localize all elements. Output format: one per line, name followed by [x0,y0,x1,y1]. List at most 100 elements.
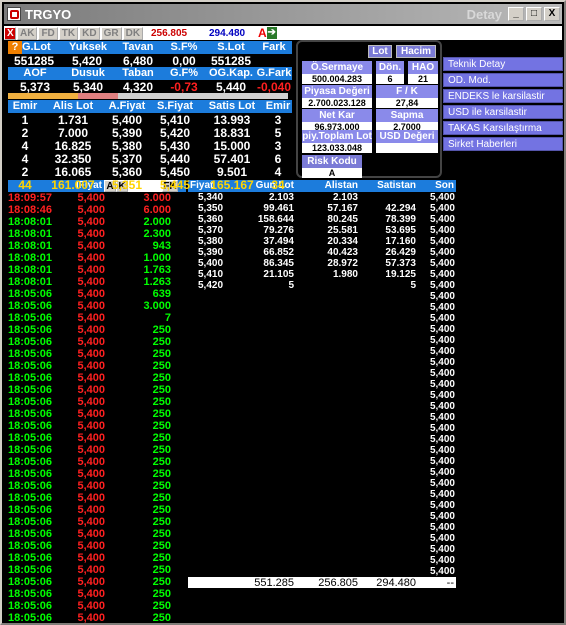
trade-row[interactable]: 18:05:06 5,400 250 [8,432,186,444]
trades-list[interactable]: 18:09:57 5,400 3.000 18:08:46 5,400 6.000 18:0… [8,192,186,623]
son-value: 5,400 [429,423,455,434]
son-value: 5,400 [429,258,455,269]
trade-time: 18:05:06 [8,432,53,444]
trade-row[interactable]: 18:05:06 5,400 250 [8,324,186,336]
trade-row[interactable]: 18:05:06 5,400 250 [8,516,186,528]
a-toggle[interactable]: A [258,26,267,40]
trade-row[interactable]: 18:05:06 5,400 250 [8,372,186,384]
app-icon[interactable] [7,7,21,21]
trade-row[interactable]: 18:05:06 5,400 250 [8,480,186,492]
levels-header-satistan[interactable]: Satistan [358,180,416,192]
value-usd-degeri [376,143,438,153]
menu-endeks-karsilastir[interactable]: ENDEKS le karsilastir [443,89,563,103]
close-button[interactable]: X [544,7,560,21]
trade-row[interactable]: 18:08:01 5,400 943 [8,240,186,252]
minimize-button[interactable]: _ [508,7,524,21]
level-alistan: 2.103 [332,192,358,203]
trade-row[interactable]: 18:05:06 5,400 250 [8,456,186,468]
trade-row[interactable]: 18:05:06 5,400 250 [8,348,186,360]
depth-row[interactable]: 1 1.731 5,400 5,410 13.993 3 [8,113,292,126]
trade-row[interactable]: 18:05:06 5,400 250 [8,360,186,372]
sell-volume-value: 294.480 [208,27,246,39]
trade-row[interactable]: 18:08:01 5,400 2.300 [8,228,186,240]
trade-row[interactable]: 18:05:06 5,400 250 [8,468,186,480]
trade-price: 5,400 [77,216,105,228]
lot-tab[interactable]: Lot [368,45,392,58]
trade-row[interactable]: 18:05:06 5,400 250 [8,444,186,456]
trade-row[interactable]: 18:05:06 5,400 250 [8,408,186,420]
trade-row[interactable]: 18:09:57 5,400 3.000 [8,192,186,204]
summary-header-1: ? G.Lot Yuksek Tavan S.F% S.Lot Fark [8,41,292,54]
depth-row[interactable]: 4 16.825 5,380 5,430 15.000 3 [8,139,292,152]
trade-row[interactable]: 18:05:06 5,400 250 [8,576,186,588]
levels-header-alistan[interactable]: Alistan [294,180,358,192]
depth-satis-lot: 18.831 [213,126,251,139]
trade-row[interactable]: 18:05:06 5,400 250 [8,504,186,516]
depth-satis-lot: 15.000 [213,139,251,152]
trade-row[interactable]: 18:05:06 5,400 250 [8,588,186,600]
trade-row[interactable]: 18:05:06 5,400 3.000 [8,300,186,312]
trade-row[interactable]: 18:08:01 5,400 2.000 [8,216,186,228]
trade-quantity: 6.000 [143,204,171,216]
trade-row[interactable]: 18:08:01 5,400 1.263 [8,276,186,288]
summary-values-2: 5,373 5,340 4,320 -0,73 5,440 -0,040 [8,80,292,93]
ak-button[interactable]: AK [17,26,38,40]
son-value: 5,400 [429,291,455,302]
gr-button[interactable]: GR [100,26,122,40]
help-icon[interactable]: ? [8,41,22,54]
trade-row[interactable]: 18:05:06 5,400 639 [8,288,186,300]
title-bar[interactable]: TRGYO Detay _ □ X [4,4,562,24]
trade-quantity: 250 [152,480,171,492]
depth-row[interactable]: 2 7.000 5,390 5,420 18.831 5 [8,126,292,139]
level-gun-lot: 86.345 [263,258,294,269]
trade-quantity: 2.300 [143,228,171,240]
menu-usd-karsilastir[interactable]: USD ile karsilastir [443,105,563,119]
trade-row[interactable]: 18:08:46 5,400 6.000 [8,204,186,216]
toolbar-close-button[interactable]: X [4,26,16,40]
level-fiyat: 5,360 [198,214,224,225]
depth-row[interactable]: 4 32.350 5,370 5,440 57.401 6 [8,152,292,165]
maximize-button[interactable]: □ [526,7,542,21]
trade-row[interactable]: 18:05:06 5,400 250 [8,600,186,612]
trade-row[interactable]: 18:05:06 5,400 250 [8,540,186,552]
trade-row[interactable]: 18:05:06 5,400 250 [8,396,186,408]
hacim-tab[interactable]: Hacim [396,45,436,58]
trade-quantity: 250 [152,396,171,408]
menu-teknik-detay[interactable]: Teknik Detay [443,57,563,71]
trade-row[interactable]: 18:08:01 5,400 1.763 [8,264,186,276]
trade-time: 18:05:06 [8,480,53,492]
trade-time: 18:05:06 [8,420,53,432]
header-sf: S.F% [170,41,198,53]
fd-button[interactable]: FD [38,26,58,40]
tk-button[interactable]: TK [58,26,79,40]
trade-row[interactable]: 18:05:06 5,400 250 [8,564,186,576]
trade-row[interactable]: 18:05:06 5,400 250 [8,612,186,623]
menu-sirket-haberleri[interactable]: Sirket Haberleri [443,137,563,151]
summary-values-1: 551285 5,420 6,480 0,00 551285 [8,54,292,67]
depth-row[interactable]: 2 16.065 5,360 5,450 9.501 4 [8,165,292,178]
trade-row[interactable]: 18:05:06 5,400 7 [8,312,186,324]
depth-emir-sell: 5 [274,126,282,139]
trade-row[interactable]: 18:05:06 5,400 250 [8,552,186,564]
trade-quantity: 250 [152,384,171,396]
trade-row[interactable]: 18:05:06 5,400 250 [8,420,186,432]
value-taban: 4,320 [122,80,154,93]
menu-od-mod[interactable]: OD. Mod. [443,73,563,87]
son-value: 5,400 [429,203,455,214]
menu-takas-karsilastirma[interactable]: TAKAS Karsılaştırma [443,121,563,135]
trade-quantity: 1.763 [143,264,171,276]
depth-header-afiyat: A.Fiyat [108,100,146,112]
depth-satis-lot: 9.501 [216,165,248,178]
trade-row[interactable]: 18:05:06 5,400 250 [8,528,186,540]
levels-header-son[interactable]: Son [416,180,456,192]
depth-total-alis-lot: 161.007 [51,178,95,191]
depth-emir-buy: 4 [21,139,29,152]
level-gun-lot: 2.103 [268,192,294,203]
trade-row[interactable]: 18:08:01 5,400 1.000 [8,252,186,264]
kd-button[interactable]: KD [79,26,100,40]
trade-row[interactable]: 18:05:06 5,400 250 [8,384,186,396]
arrow-right-icon[interactable]: ➔ [266,27,277,39]
trade-row[interactable]: 18:05:06 5,400 250 [8,492,186,504]
dk-button[interactable]: DK [122,26,144,40]
trade-row[interactable]: 18:05:06 5,400 250 [8,336,186,348]
